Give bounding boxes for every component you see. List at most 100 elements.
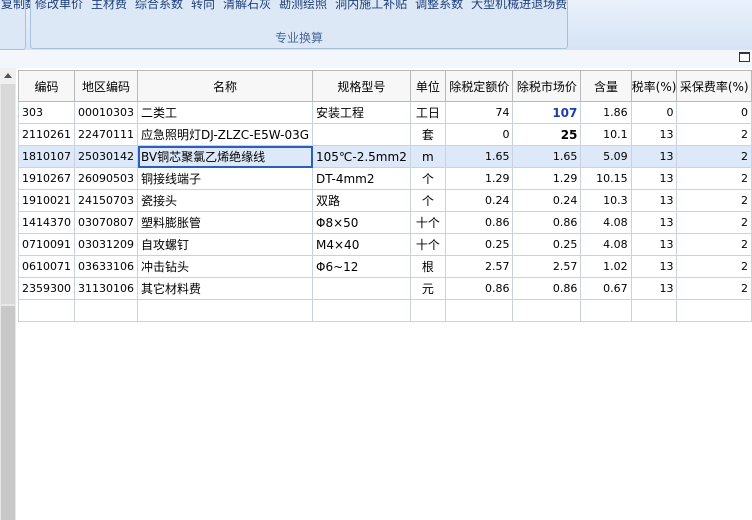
ribbon-item-lime[interactable]: 清解石灰 bbox=[223, 0, 271, 11]
table-row[interactable]: 0610071 03633106 冲击钻头 Φ6~12 根 2.57 2.57 … bbox=[18, 255, 752, 278]
table-row[interactable]: 2359300 31130106 其它材料费 元 0.86 0.86 0.67 … bbox=[18, 277, 752, 300]
cell-empty[interactable] bbox=[512, 299, 582, 322]
cell-spec[interactable] bbox=[312, 123, 411, 146]
cell-tax[interactable]: 13 bbox=[630, 277, 678, 300]
cell-unit[interactable]: 根 bbox=[409, 255, 446, 278]
cell-tax[interactable]: 13 bbox=[630, 211, 678, 234]
table-row[interactable]: 1910267 26090503 铜接线端子 DT-4mm2 个 1.29 1.… bbox=[18, 167, 752, 190]
cell-tax[interactable]: 0 bbox=[630, 101, 678, 124]
col-header-fee-rate[interactable]: 采保费率(%) bbox=[676, 70, 752, 102]
cell-region[interactable]: 22470111 bbox=[74, 123, 138, 146]
col-header-code[interactable]: 编码 bbox=[18, 70, 75, 102]
cell-region[interactable]: 31130106 bbox=[74, 277, 138, 300]
cell-empty[interactable] bbox=[74, 299, 138, 322]
cell-market-price[interactable]: 1.29 bbox=[512, 167, 582, 190]
cell-code[interactable]: 0610071 bbox=[18, 255, 75, 278]
cell-empty[interactable] bbox=[580, 299, 632, 322]
cell-quantity[interactable]: 4.08 bbox=[580, 233, 632, 256]
cell-fee[interactable]: 2 bbox=[676, 277, 752, 300]
cell-tax[interactable]: 13 bbox=[630, 255, 678, 278]
cell-quantity[interactable]: 10.15 bbox=[580, 167, 632, 190]
cell-name[interactable]: 自攻螺钉 bbox=[136, 233, 314, 256]
cell-region[interactable]: 25030142 bbox=[74, 145, 138, 168]
cell-empty[interactable] bbox=[630, 299, 678, 322]
ribbon-item-main-material[interactable]: 主材费 bbox=[91, 0, 127, 11]
cell-fee[interactable]: 2 bbox=[676, 255, 752, 278]
cell-region[interactable]: 03633106 bbox=[74, 255, 138, 278]
cell-spec[interactable]: 105℃-2.5mm2 bbox=[312, 145, 411, 168]
cell-tax[interactable]: 13 bbox=[630, 233, 678, 256]
cell-unit[interactable]: m bbox=[409, 145, 446, 168]
cell-base-price[interactable]: 0.25 bbox=[444, 233, 514, 256]
cell-tax[interactable]: 13 bbox=[630, 145, 678, 168]
cell-market-price[interactable]: 1.65 bbox=[512, 145, 582, 168]
cell-quantity[interactable]: 4.08 bbox=[580, 211, 632, 234]
cell-market-price[interactable]: 0.25 bbox=[512, 233, 582, 256]
cell-code[interactable]: 1910021 bbox=[18, 189, 75, 212]
ribbon-item-adjust-coefficient[interactable]: 调整系数 bbox=[415, 0, 463, 11]
cell-code[interactable]: 1810107 bbox=[18, 145, 75, 168]
table-row[interactable]: 1414370 03070807 塑料膨胀管 Φ8×50 十个 0.86 0.8… bbox=[18, 211, 752, 234]
cell-spec[interactable]: M4×40 bbox=[312, 233, 411, 256]
cell-name-editing[interactable]: BV铜芯聚氯乙烯绝缘线 bbox=[136, 145, 314, 168]
cell-market-price[interactable]: 107 bbox=[512, 101, 582, 124]
cell-region[interactable]: 03031209 bbox=[74, 233, 138, 256]
table-row-empty[interactable] bbox=[18, 299, 752, 322]
cell-fee[interactable]: 2 bbox=[676, 145, 752, 168]
cell-empty[interactable] bbox=[18, 299, 75, 322]
cell-quantity[interactable]: 0.67 bbox=[580, 277, 632, 300]
cell-quantity[interactable]: 10.3 bbox=[580, 189, 632, 212]
cell-market-price[interactable]: 0.86 bbox=[512, 211, 582, 234]
col-header-region-code[interactable]: 地区编码 bbox=[74, 70, 138, 102]
cell-name[interactable]: 塑料膨胀管 bbox=[136, 211, 314, 234]
cell-quantity[interactable]: 5.09 bbox=[580, 145, 632, 168]
cell-fee[interactable]: 2 bbox=[676, 123, 752, 146]
cell-unit[interactable]: 个 bbox=[409, 189, 446, 212]
cell-code[interactable]: 2359300 bbox=[18, 277, 75, 300]
cell-name[interactable]: 应急照明灯DJ-ZLZC-E5W-03G bbox=[136, 123, 314, 146]
cell-name[interactable]: 其它材料费 bbox=[136, 277, 314, 300]
cell-tax[interactable]: 13 bbox=[630, 189, 678, 212]
cell-empty[interactable] bbox=[409, 299, 446, 322]
restore-icon[interactable] bbox=[739, 52, 750, 62]
cell-fee[interactable]: 0 bbox=[676, 101, 752, 124]
ribbon-item-coefficient[interactable]: 综合系数 bbox=[135, 0, 183, 11]
col-header-spec[interactable]: 规格型号 bbox=[312, 70, 411, 102]
col-header-unit[interactable]: 单位 bbox=[409, 70, 446, 102]
cell-code[interactable]: 0710091 bbox=[18, 233, 75, 256]
cell-empty[interactable] bbox=[676, 299, 752, 322]
cell-unit[interactable]: 十个 bbox=[409, 233, 446, 256]
cell-code[interactable]: 1414370 bbox=[18, 211, 75, 234]
table-row[interactable]: 303 00010303 二类工 安装工程 工日 74 107 1.86 0 0 bbox=[18, 101, 752, 124]
col-header-quantity[interactable]: 含量 bbox=[580, 70, 632, 102]
cell-name[interactable]: 瓷接头 bbox=[136, 189, 314, 212]
cell-empty[interactable] bbox=[136, 299, 314, 322]
table-row[interactable]: 0710091 03031209 自攻螺钉 M4×40 十个 0.25 0.25… bbox=[18, 233, 752, 256]
cell-code[interactable]: 2110261 bbox=[18, 123, 75, 146]
cell-region[interactable]: 00010303 bbox=[74, 101, 138, 124]
ribbon-item-turn[interactable]: 转向 bbox=[191, 0, 215, 11]
cell-code[interactable]: 303 bbox=[18, 101, 75, 124]
cell-spec[interactable]: Φ6~12 bbox=[312, 255, 411, 278]
ribbon-item-modify-price[interactable]: 修改单价 bbox=[35, 0, 83, 11]
cell-unit[interactable]: 工日 bbox=[409, 101, 446, 124]
cell-fee[interactable]: 2 bbox=[676, 167, 752, 190]
vertical-scrollbar[interactable] bbox=[0, 68, 16, 520]
cell-tax[interactable]: 13 bbox=[630, 167, 678, 190]
cell-empty[interactable] bbox=[444, 299, 514, 322]
cell-name[interactable]: 铜接线端子 bbox=[136, 167, 314, 190]
cell-code[interactable]: 1910267 bbox=[18, 167, 75, 190]
cell-base-price[interactable]: 0 bbox=[444, 123, 514, 146]
cell-base-price[interactable]: 1.65 bbox=[444, 145, 514, 168]
ribbon-left-group[interactable]: 复制数 bbox=[0, 0, 37, 50]
cell-base-price[interactable]: 1.29 bbox=[444, 167, 514, 190]
scrollbar-track[interactable] bbox=[1, 306, 15, 520]
cell-fee[interactable]: 2 bbox=[676, 189, 752, 212]
col-header-name[interactable]: 名称 bbox=[136, 70, 314, 102]
cell-tax[interactable]: 13 bbox=[630, 123, 678, 146]
cell-spec[interactable]: 双路 bbox=[312, 189, 411, 212]
col-header-market-price[interactable]: 除税市场价 bbox=[512, 70, 582, 102]
cell-fee[interactable]: 2 bbox=[676, 211, 752, 234]
scrollbar-thumb[interactable] bbox=[1, 84, 15, 304]
table-row[interactable]: 2110261 22470111 应急照明灯DJ-ZLZC-E5W-03G 套 … bbox=[18, 123, 752, 146]
